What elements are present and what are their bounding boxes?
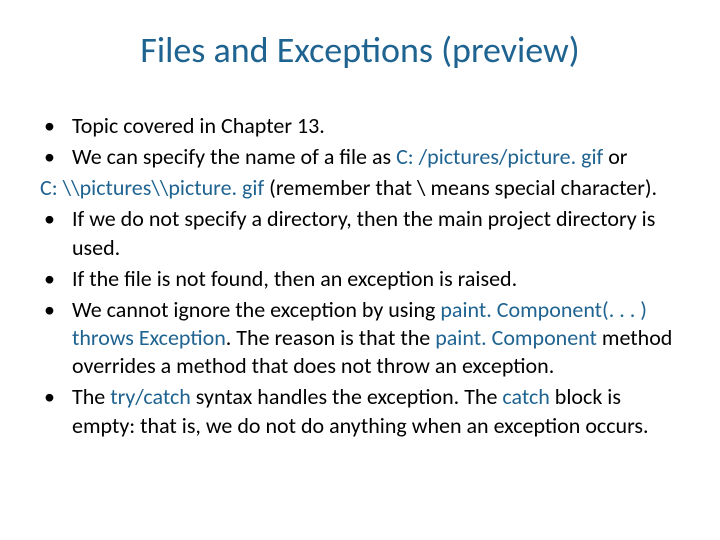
bullet-icon: • (40, 383, 72, 411)
bullet-icon: • (40, 265, 72, 293)
code-fragment: paint. Component (435, 324, 597, 351)
bullet-icon: • (40, 296, 72, 324)
text-fragment: syntax handles the exception. The (191, 383, 503, 410)
text-fragment: The (72, 383, 110, 410)
bullet-text: We can specify the name of a file as C: … (72, 143, 680, 171)
text-fragment: . The reason is that the (226, 324, 435, 351)
code-fragment: try/catch (110, 383, 191, 410)
slide: Files and Exceptions (preview) • Topic c… (0, 0, 720, 540)
bullet-text: Topic covered in Chapter 13. (72, 112, 680, 140)
bullet-item: • We can specify the name of a file as C… (40, 143, 680, 171)
code-fragment: catch (502, 383, 549, 410)
text-fragment: We cannot ignore the exception by using (72, 296, 440, 323)
text-fragment: We can specify the name of a file as (72, 143, 396, 170)
text-fragment: or (603, 143, 627, 170)
slide-body: • Topic covered in Chapter 13. • We can … (40, 112, 680, 440)
bullet-item: • The try/catch syntax handles the excep… (40, 383, 680, 439)
slide-title: Files and Exceptions (preview) (40, 28, 680, 72)
code-path: C: \\pictures\\picture. gif (40, 174, 264, 201)
bullet-item: • Topic covered in Chapter 13. (40, 112, 680, 140)
code-path: C: /pictures/picture. gif (396, 143, 603, 170)
bullet-item: • We cannot ignore the exception by usin… (40, 296, 680, 380)
bullet-text: If the file is not found, then an except… (72, 265, 680, 293)
bullet-icon: • (40, 143, 72, 171)
text-fragment: (remember that \ means special character… (264, 174, 657, 201)
bullet-item: • If the file is not found, then an exce… (40, 265, 680, 293)
bullet-continuation: C: \\pictures\\picture. gif (remember th… (40, 174, 680, 202)
bullet-icon: • (40, 112, 72, 140)
bullet-text: If we do not specify a directory, then t… (72, 205, 680, 261)
bullet-text: The try/catch syntax handles the excepti… (72, 383, 680, 439)
bullet-item: • If we do not specify a directory, then… (40, 205, 680, 261)
bullet-icon: • (40, 205, 72, 233)
bullet-text: We cannot ignore the exception by using … (72, 296, 680, 380)
